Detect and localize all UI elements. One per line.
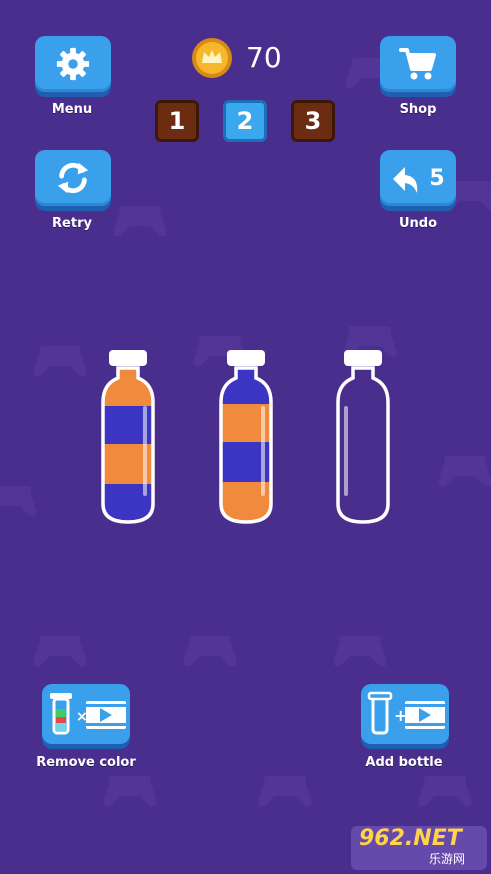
level-1-number: 1: [168, 107, 186, 135]
level-2-number: 2: [236, 107, 254, 135]
undo-count: 5: [429, 165, 445, 191]
refresh-icon: [57, 162, 89, 194]
watermark-logo: 962.NET 乐游网: [351, 826, 487, 870]
bottle-3[interactable]: [330, 346, 396, 528]
retry-button[interactable]: [35, 150, 111, 206]
undo-button[interactable]: 5: [380, 150, 456, 206]
level-2-button[interactable]: 2: [223, 100, 267, 142]
shopping-cart-icon: [399, 48, 436, 80]
undo-arrow-icon: [393, 167, 418, 193]
add-bottle-label: Add bottle: [365, 755, 443, 770]
add-bottle-button[interactable]: +: [361, 684, 449, 744]
remove-color-button[interactable]: ×: [42, 684, 130, 744]
level-3-button[interactable]: 3: [291, 100, 335, 142]
coin-icon: [192, 38, 232, 78]
remove-color-label: Remove color: [36, 755, 136, 770]
watermark-subtext: 乐游网: [429, 852, 466, 866]
bottle-1[interactable]: [95, 346, 161, 528]
shop-label: Shop: [399, 102, 437, 117]
undo-label: Undo: [398, 216, 438, 231]
bottle-2[interactable]: [213, 346, 279, 528]
level-3-number: 3: [304, 107, 322, 135]
menu-button[interactable]: [35, 36, 111, 92]
retry-label: Retry: [52, 216, 92, 231]
menu-label: Menu: [51, 102, 93, 117]
gear-icon: [56, 47, 90, 81]
svg-text:×: ×: [76, 709, 88, 725]
level-1-button[interactable]: 1: [155, 100, 199, 142]
add-bottle-icon: +: [367, 691, 445, 735]
watermark-text: 962.NET: [359, 826, 462, 851]
shop-button[interactable]: [380, 36, 456, 92]
remove-color-icon: ×: [50, 693, 126, 735]
coin-count: 70: [246, 41, 282, 74]
